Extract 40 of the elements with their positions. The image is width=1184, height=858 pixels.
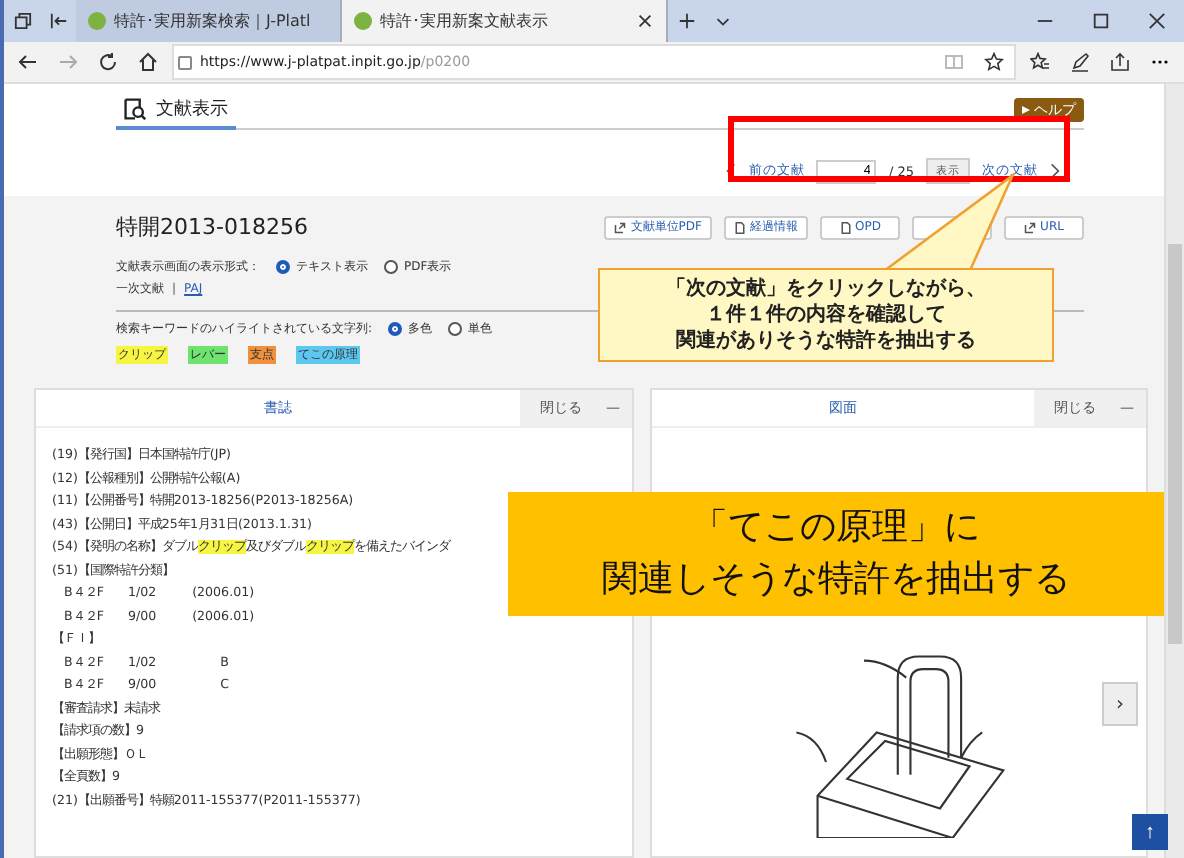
callout-text: 関連がありそうな特許を抽出する <box>674 328 978 354</box>
new-tab-icon[interactable] <box>677 12 695 30</box>
radio-button[interactable] <box>448 322 463 336</box>
callout-text: １件１件の内容を確認して <box>704 302 948 328</box>
external-link-icon <box>614 221 627 233</box>
close-icon[interactable] <box>636 12 654 30</box>
lock-icon <box>178 55 192 69</box>
back-icon[interactable] <box>18 52 38 72</box>
home-icon[interactable] <box>138 52 158 72</box>
section-tab[interactable]: 文献表示 <box>116 90 236 130</box>
next-figure-button[interactable]: › <box>1102 682 1138 726</box>
document-number: 特開2013-018256 <box>116 212 308 242</box>
section-title: 文献表示 <box>156 97 228 121</box>
scrollbar[interactable] <box>1164 84 1184 858</box>
browser-tab[interactable]: 特許･実用新案検索｜J-Platl <box>76 0 342 42</box>
close-icon[interactable] <box>1147 12 1165 30</box>
share-icon[interactable] <box>1110 52 1130 72</box>
play-icon <box>1022 106 1030 114</box>
banner-text: 「てこの原理」に <box>692 504 980 552</box>
pen-icon[interactable] <box>1070 52 1090 72</box>
maximize-icon[interactable] <box>1091 12 1109 30</box>
document-icon <box>839 221 852 233</box>
favorites-icon[interactable] <box>1030 52 1050 72</box>
site-icon <box>88 12 106 30</box>
chevron-right-icon[interactable] <box>1050 162 1060 180</box>
radio-button[interactable] <box>276 260 290 274</box>
document-icon <box>734 221 746 233</box>
radio-button[interactable] <box>388 322 403 336</box>
site-icon <box>354 12 372 30</box>
refresh-icon[interactable] <box>98 52 118 72</box>
scroll-to-top-button[interactable]: ↑ <box>1132 814 1168 850</box>
callout-text: 「次の文献」をクリックしながら、 <box>664 276 988 302</box>
external-link-icon <box>1024 221 1037 233</box>
star-icon[interactable] <box>984 52 1004 72</box>
tab-aside-icon[interactable] <box>49 12 67 30</box>
radio-button[interactable] <box>384 260 398 274</box>
browser-tab[interactable]: 特許･実用新案文献表示 <box>342 0 668 42</box>
banner-text: 関連しそうな特許を抽出する <box>602 556 1070 604</box>
search-icon <box>124 97 146 119</box>
tabs-icon[interactable] <box>13 12 31 30</box>
